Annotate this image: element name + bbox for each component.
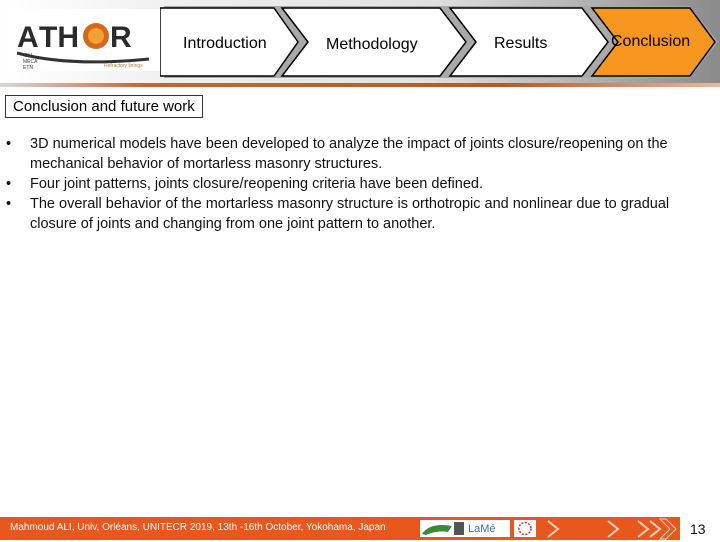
bullet-marker: • <box>6 136 12 152</box>
chevron-icon <box>637 520 650 538</box>
nav-step-conclusion[interactable]: Conclusion <box>611 33 690 51</box>
svg-text:TH: TH <box>39 21 79 54</box>
athor-logo: A TH R EU MECA ETN Refractory linings <box>9 9 161 71</box>
footer-text: Mahmoud ALI, Univ, Orléans, UNITECR 2019… <box>10 522 386 533</box>
partner-logo-1 <box>420 520 454 537</box>
bullet-item: • The overall behavior of the mortarless… <box>6 194 706 234</box>
bullet-text: 3D numerical models have been developed … <box>30 136 668 172</box>
bullet-list: • 3D numerical models have been develope… <box>6 134 706 234</box>
bullet-item: • Four joint patterns, joints closure/re… <box>6 174 706 194</box>
nav-step-results[interactable]: Results <box>494 35 547 53</box>
page-number: 13 <box>690 521 706 537</box>
lame-logo-text: LaMé <box>468 523 496 535</box>
bullet-text: The overall behavior of the mortarless m… <box>30 196 670 232</box>
bullet-item: • 3D numerical models have been develope… <box>6 134 706 174</box>
nav-step-methodology[interactable]: Methodology <box>326 36 418 54</box>
nav-step-introduction[interactable]: Introduction <box>183 35 267 53</box>
partner-logo-3 <box>514 520 536 537</box>
chevron-icon <box>547 520 560 538</box>
chevron-icon <box>658 518 677 540</box>
footer-chevrons-decoration <box>547 518 677 540</box>
svg-text:Refractory linings: Refractory linings <box>104 63 143 69</box>
header-divider <box>0 83 720 87</box>
svg-text:R: R <box>110 21 132 54</box>
svg-text:ETN: ETN <box>23 65 33 71</box>
chevron-icon <box>607 520 620 538</box>
bullet-marker: • <box>6 196 12 212</box>
bullet-text: Four joint patterns, joints closure/reop… <box>30 176 483 192</box>
lame-logo: LaMé <box>452 520 510 537</box>
chevron-icon <box>649 520 662 538</box>
svg-text:A: A <box>17 21 39 54</box>
section-title: Conclusion and future work <box>5 95 203 118</box>
progress-nav: Introduction Methodology Results Conclus… <box>160 4 720 82</box>
bullet-marker: • <box>6 176 12 192</box>
